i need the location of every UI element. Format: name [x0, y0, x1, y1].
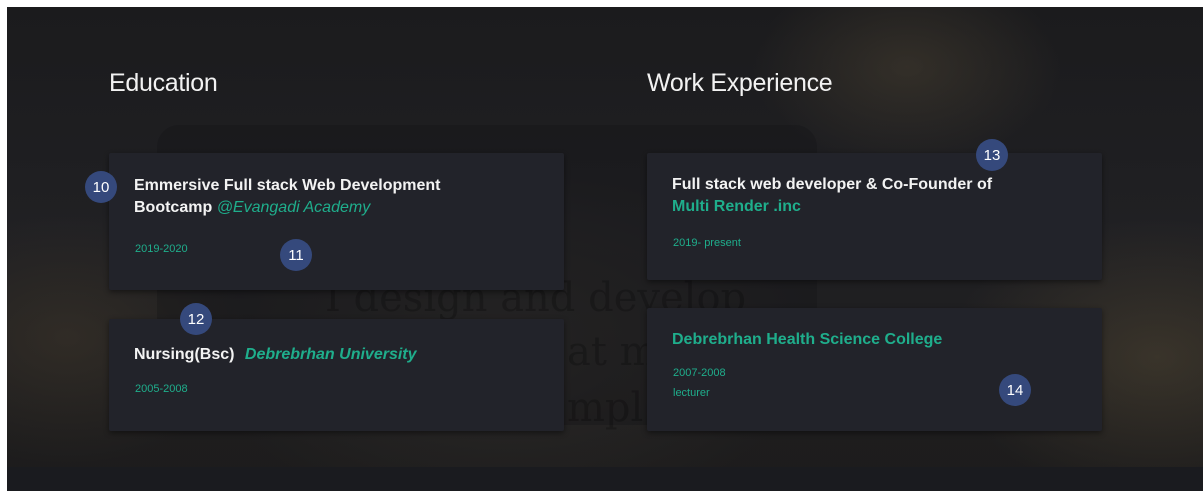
work-title: Debrebrhan Health Science College — [672, 329, 942, 351]
annotation-badge-12: 12 — [180, 303, 212, 335]
institution-link[interactable]: Debrebrhan University — [245, 346, 417, 363]
work-experience-heading: Work Experience — [647, 69, 833, 97]
work-role: lecturer — [673, 387, 710, 399]
background-text-line2: at m — [567, 329, 658, 375]
resume-section: I design and develop at m mpl Education … — [7, 7, 1203, 491]
work-years: 2019- present — [673, 237, 741, 249]
education-title-line2: Bootcamp — [134, 199, 213, 216]
annotation-badge-10: 10 — [85, 171, 117, 203]
work-title-line1: Full stack web developer & Co-Founder of — [672, 176, 993, 193]
education-years: 2005-2008 — [135, 383, 188, 395]
education-title-line1: Emmersive Full stack Web Development — [134, 177, 441, 194]
annotation-badge-13: 13 — [976, 139, 1008, 171]
education-degree: Nursing(Bsc) — [134, 346, 235, 363]
education-years: 2019-2020 — [135, 243, 188, 255]
footer-bar — [7, 467, 1203, 491]
institution-link[interactable]: @Evangadi Academy — [217, 199, 371, 216]
background-text-line3: mpl — [567, 385, 644, 431]
education-title: Nursing(Bsc) Debrebrhan University — [134, 344, 417, 366]
work-card-multirender: Full stack web developer & Co-Founder of… — [647, 153, 1102, 280]
education-card-bootcamp: Emmersive Full stack Web Development Boo… — [109, 153, 564, 290]
annotation-badge-11: 11 — [280, 239, 312, 271]
education-card-nursing: Nursing(Bsc) Debrebrhan University 2005-… — [109, 319, 564, 431]
work-card-debrebrhan: Debrebrhan Health Science College 2007-2… — [647, 308, 1102, 431]
work-years: 2007-2008 — [673, 367, 726, 379]
annotation-badge-14: 14 — [999, 374, 1031, 406]
company-link[interactable]: Multi Render .inc — [672, 198, 801, 215]
education-title: Emmersive Full stack Web Development Boo… — [134, 175, 440, 219]
education-heading: Education — [109, 69, 218, 97]
work-title: Full stack web developer & Co-Founder of… — [672, 174, 992, 218]
company-link[interactable]: Debrebrhan Health Science College — [672, 331, 942, 348]
